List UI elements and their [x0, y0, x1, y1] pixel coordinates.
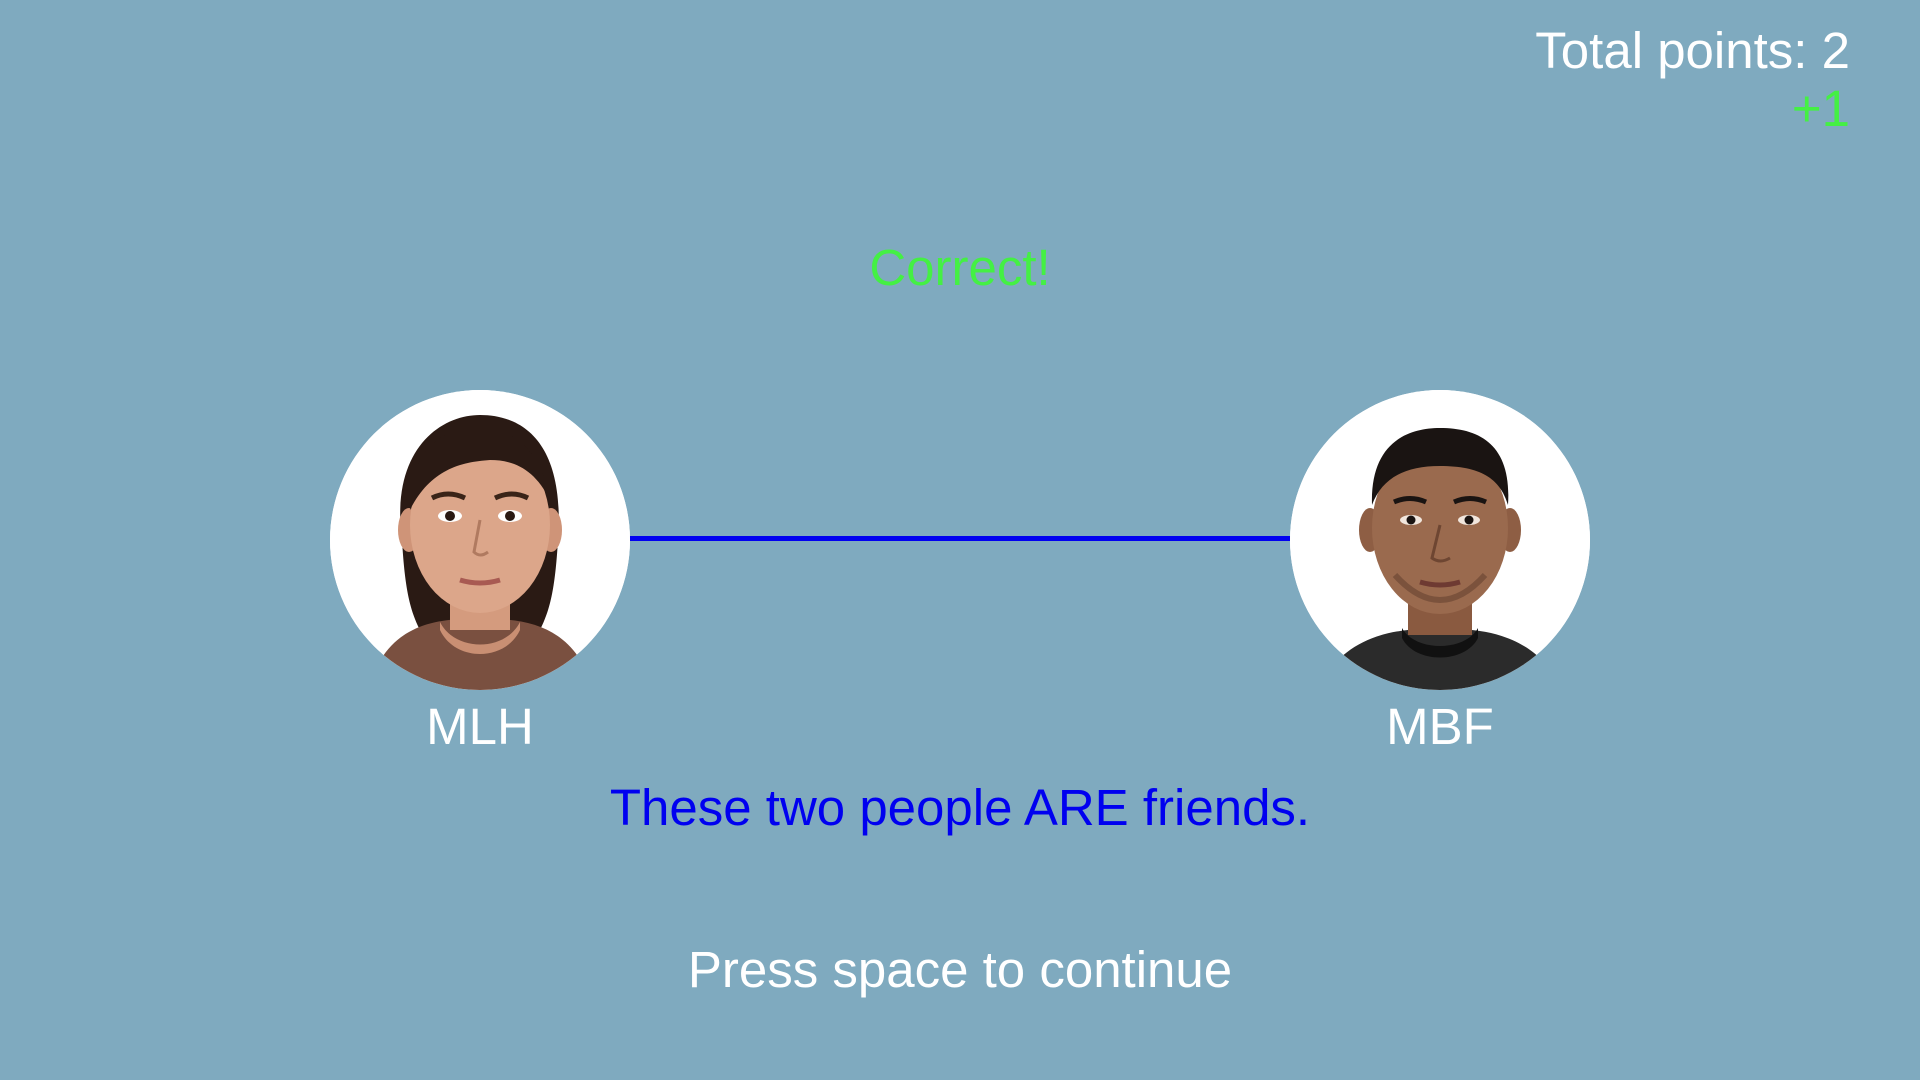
face-photo-icon — [330, 390, 630, 690]
face-photo-left — [330, 390, 630, 690]
face-photo-icon — [1290, 390, 1590, 690]
friendship-verdict: These two people ARE friends. — [609, 779, 1311, 836]
face-photo-right — [1290, 390, 1590, 690]
feedback-message: Correct! — [869, 239, 1051, 296]
total-points: Total points: 2 — [1535, 22, 1850, 79]
friendship-connector-line — [628, 536, 1292, 541]
person-label-right: MBF — [1386, 698, 1494, 755]
points-delta: +1 — [1791, 80, 1850, 137]
score-panel: Total points: 2 +1 — [1535, 22, 1850, 138]
continue-prompt: Press space to continue — [687, 941, 1233, 998]
person-label-left: MLH — [426, 698, 534, 755]
